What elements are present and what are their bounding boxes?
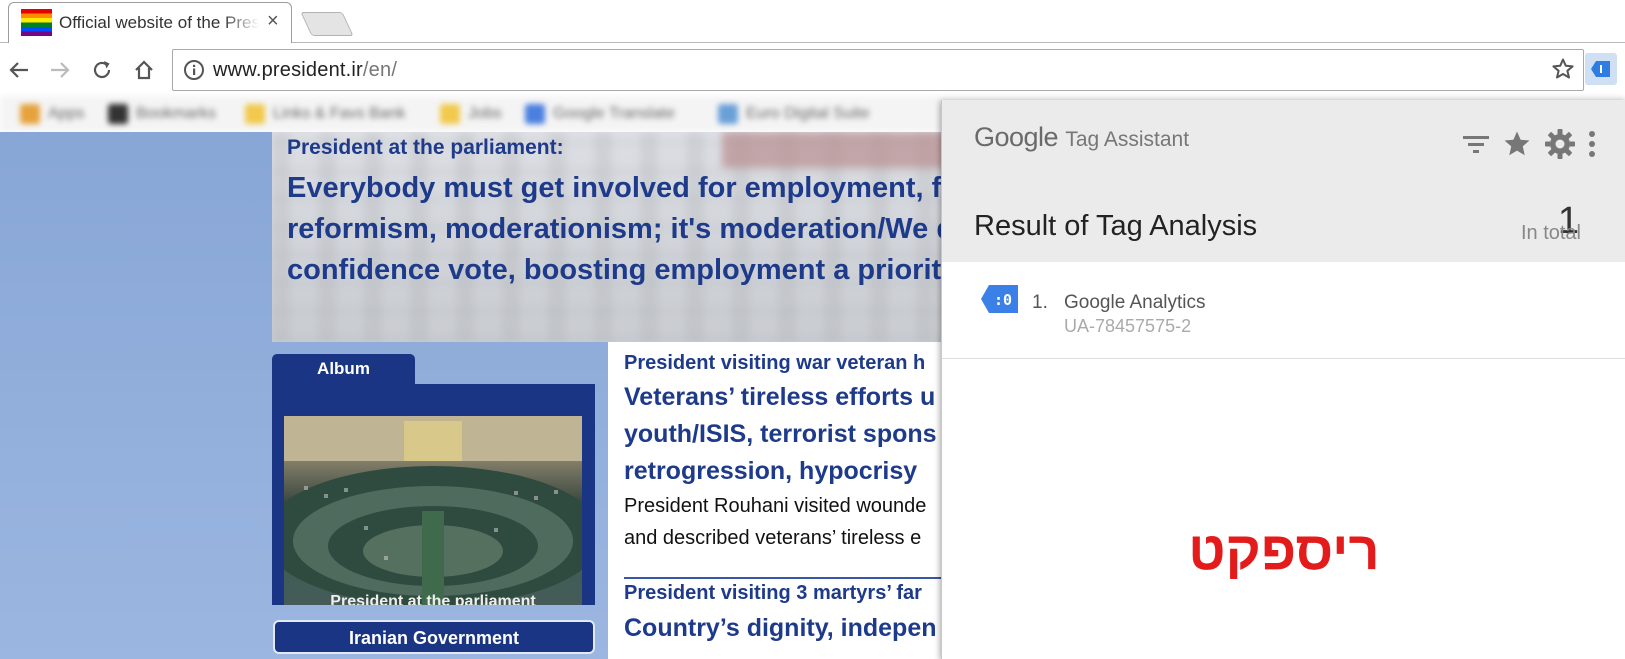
- info-icon[interactable]: [183, 59, 205, 81]
- filter-icon[interactable]: [1462, 133, 1490, 155]
- parliament-photo: [284, 416, 582, 605]
- url-host: www.president.ir: [213, 59, 363, 81]
- hero-headline[interactable]: Everybody must get involved for employme…: [287, 168, 952, 291]
- reload-button[interactable]: [87, 55, 117, 85]
- news-headline-line[interactable]: Veterans’ tireless efforts u: [624, 379, 935, 416]
- arrow-right-icon: [51, 62, 70, 78]
- tag-assistant-popup: Google Tag Assistant Result of Tag Analy…: [941, 100, 1625, 659]
- result-count-label: In total: [1520, 222, 1581, 244]
- more-vert-icon[interactable]: [1588, 130, 1596, 158]
- bookmark-item[interactable]: Euro Digital Suite: [718, 104, 870, 124]
- tag-badge-icon: :0: [981, 285, 1018, 313]
- bookmark-icon: [718, 104, 738, 124]
- back-button[interactable]: [4, 55, 34, 85]
- result-title: Result of Tag Analysis: [974, 210, 1258, 242]
- product-name: Tag Assistant: [1065, 128, 1190, 151]
- brand-logo: Google Tag Assistant: [974, 122, 1189, 153]
- album-tab[interactable]: Album: [272, 354, 415, 386]
- url-path: /en/: [362, 59, 398, 81]
- tag-name[interactable]: Google Analytics: [1064, 292, 1206, 314]
- header-actions: [1462, 128, 1596, 160]
- iranian-government-button[interactable]: Iranian Government: [273, 620, 595, 654]
- album-photo[interactable]: President at the parliament: [284, 416, 582, 605]
- news-kicker[interactable]: President visiting 3 martyrs’ far: [624, 582, 922, 605]
- news-headline-line[interactable]: Country’s dignity, indepen: [624, 610, 937, 647]
- new-tab-button[interactable]: [300, 12, 354, 36]
- album-panel: President at the parliament: [272, 384, 595, 605]
- apps-icon: [20, 104, 40, 124]
- home-button[interactable]: [129, 55, 159, 85]
- hero-banner[interactable]: President at the parliament: Everybody m…: [272, 132, 952, 342]
- album-caption: President at the parliament: [330, 593, 536, 605]
- bookmark-item[interactable]: Jobs: [440, 104, 502, 124]
- news-headline-line[interactable]: retrogression, hypocrisy: [624, 453, 917, 490]
- browser-tab[interactable]: Official website of the President ×: [8, 2, 292, 43]
- bookmark-item[interactable]: Google Translate: [525, 104, 675, 124]
- address-bar[interactable]: www.president.ir/en/: [172, 49, 1584, 91]
- tag-badge-text: :0: [994, 291, 1012, 309]
- star-icon[interactable]: [1502, 129, 1532, 159]
- hero-kicker[interactable]: President at the parliament:: [287, 136, 564, 160]
- tab-strip: Official website of the President ×: [0, 0, 1625, 43]
- tag-assistant-extension-button[interactable]: [1585, 53, 1617, 85]
- close-icon[interactable]: ×: [267, 10, 279, 32]
- news-body-line: and described veterans’ tireless e: [624, 527, 922, 549]
- bookmark-item[interactable]: Links & Favs Bank: [245, 104, 406, 124]
- watermark-text: ריספקט: [1188, 521, 1380, 581]
- folder-icon: [245, 104, 265, 124]
- google-wordmark: Google: [974, 122, 1059, 152]
- popup-header: Google Tag Assistant Result of Tag Analy…: [942, 100, 1625, 262]
- reload-icon: [93, 61, 111, 79]
- star-outline-icon[interactable]: [1551, 57, 1575, 81]
- news-headline-line[interactable]: youth/ISIS, terrorist spons: [624, 416, 937, 453]
- browser-toolbar: www.president.ir/en/: [0, 43, 1625, 99]
- rainbow-flag-icon: [21, 9, 52, 36]
- home-icon: [135, 60, 153, 80]
- bookmark-item[interactable]: Apps: [20, 104, 84, 124]
- tag-list-item[interactable]: :0 1. Google Analytics UA-78457575-2: [942, 262, 1625, 359]
- bookmark-item[interactable]: Bookmarks: [108, 104, 216, 124]
- tag-icon: [1591, 61, 1610, 77]
- url-text[interactable]: www.president.ir/en/: [213, 59, 397, 82]
- tag-id: UA-78457575-2: [1064, 316, 1192, 336]
- arrow-left-icon: [9, 62, 28, 78]
- tag-index: 1.: [1032, 292, 1048, 313]
- news-kicker[interactable]: President visiting war veteran h: [624, 352, 925, 375]
- tab-title: Official website of the President: [59, 13, 259, 32]
- news-body-line: President Rouhani visited wounde: [624, 495, 927, 517]
- gear-icon[interactable]: [1544, 128, 1576, 160]
- forward-button[interactable]: [45, 55, 75, 85]
- translate-icon: [525, 104, 545, 124]
- bookmark-icon: [108, 104, 128, 124]
- folder-icon: [440, 104, 460, 124]
